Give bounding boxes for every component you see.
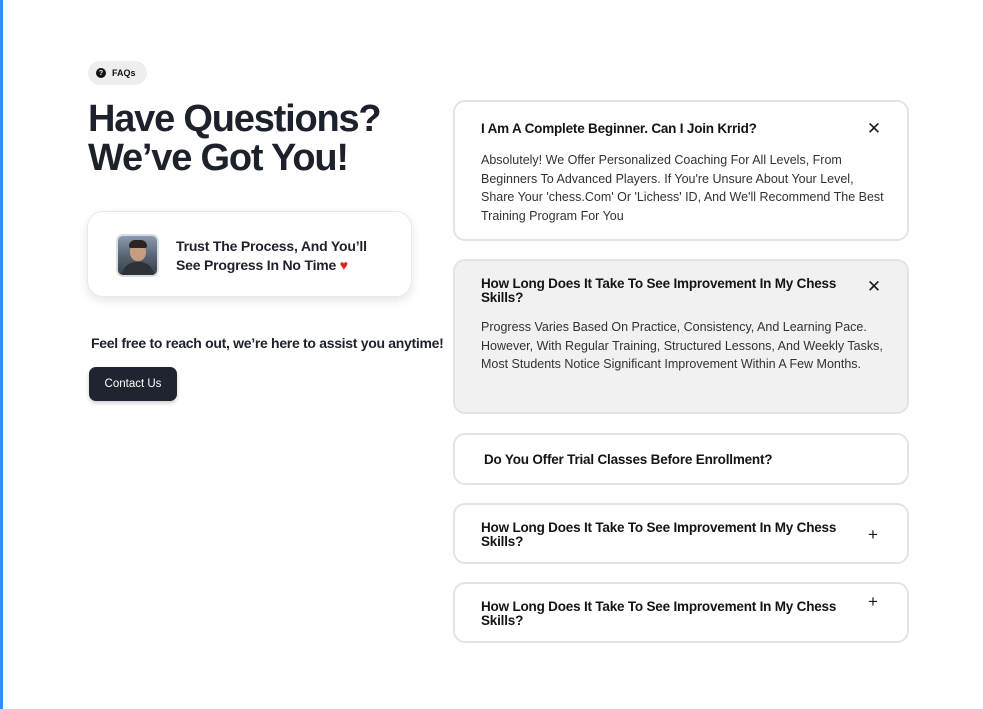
faq-question: I Am A Complete Beginner. Can I Join Krr… — [481, 121, 757, 136]
plus-icon[interactable]: + — [865, 526, 881, 543]
faq-badge: ? FAQs — [88, 61, 147, 85]
faq-item[interactable]: Do You Offer Trial Classes Before Enroll… — [453, 433, 909, 485]
faq-item[interactable]: How Long Does It Take To See Improvement… — [453, 582, 909, 643]
trust-line-1: Trust The Process, And You’ll — [176, 238, 367, 254]
avatar — [116, 234, 159, 277]
trust-message: Trust The Process, And You’ll See Progre… — [176, 237, 396, 275]
faq-question: How Long Does It Take To See Improvement… — [481, 599, 837, 628]
contact-us-button[interactable]: Contact Us — [89, 367, 177, 401]
close-icon[interactable]: ✕ — [866, 278, 882, 295]
page-title-line1: Have Questions? — [88, 98, 382, 140]
faq-answer: Progress Varies Based On Practice, Consi… — [481, 320, 883, 371]
page-title: Have Questions? We’ve Got You! — [88, 100, 428, 178]
plus-icon[interactable]: + — [865, 593, 881, 610]
faq-item[interactable]: How Long Does It Take To See Improvement… — [453, 503, 909, 564]
trust-line-2: See Progress In No Time — [176, 257, 337, 273]
faq-answer: Absolutely! We Offer Personalized Coachi… — [481, 153, 884, 223]
faq-question: How Long Does It Take To See Improvement… — [481, 520, 837, 549]
question-icon: ? — [96, 68, 106, 78]
page-title-line2: We’ve Got You! — [88, 137, 349, 179]
faq-question: Do You Offer Trial Classes Before Enroll… — [484, 452, 773, 467]
faq-badge-label: FAQs — [112, 68, 136, 78]
heart-icon: ♥ — [339, 257, 348, 273]
faq-question: How Long Does It Take To See Improvement… — [481, 276, 837, 305]
reach-out-text: Feel free to reach out, we’re here to as… — [91, 335, 444, 351]
faq-item[interactable]: How Long Does It Take To See Improvement… — [453, 259, 909, 414]
close-icon[interactable]: ✕ — [866, 120, 882, 137]
trust-card: Trust The Process, And You’ll See Progre… — [87, 211, 412, 297]
faq-item[interactable]: I Am A Complete Beginner. Can I Join Krr… — [453, 100, 909, 241]
